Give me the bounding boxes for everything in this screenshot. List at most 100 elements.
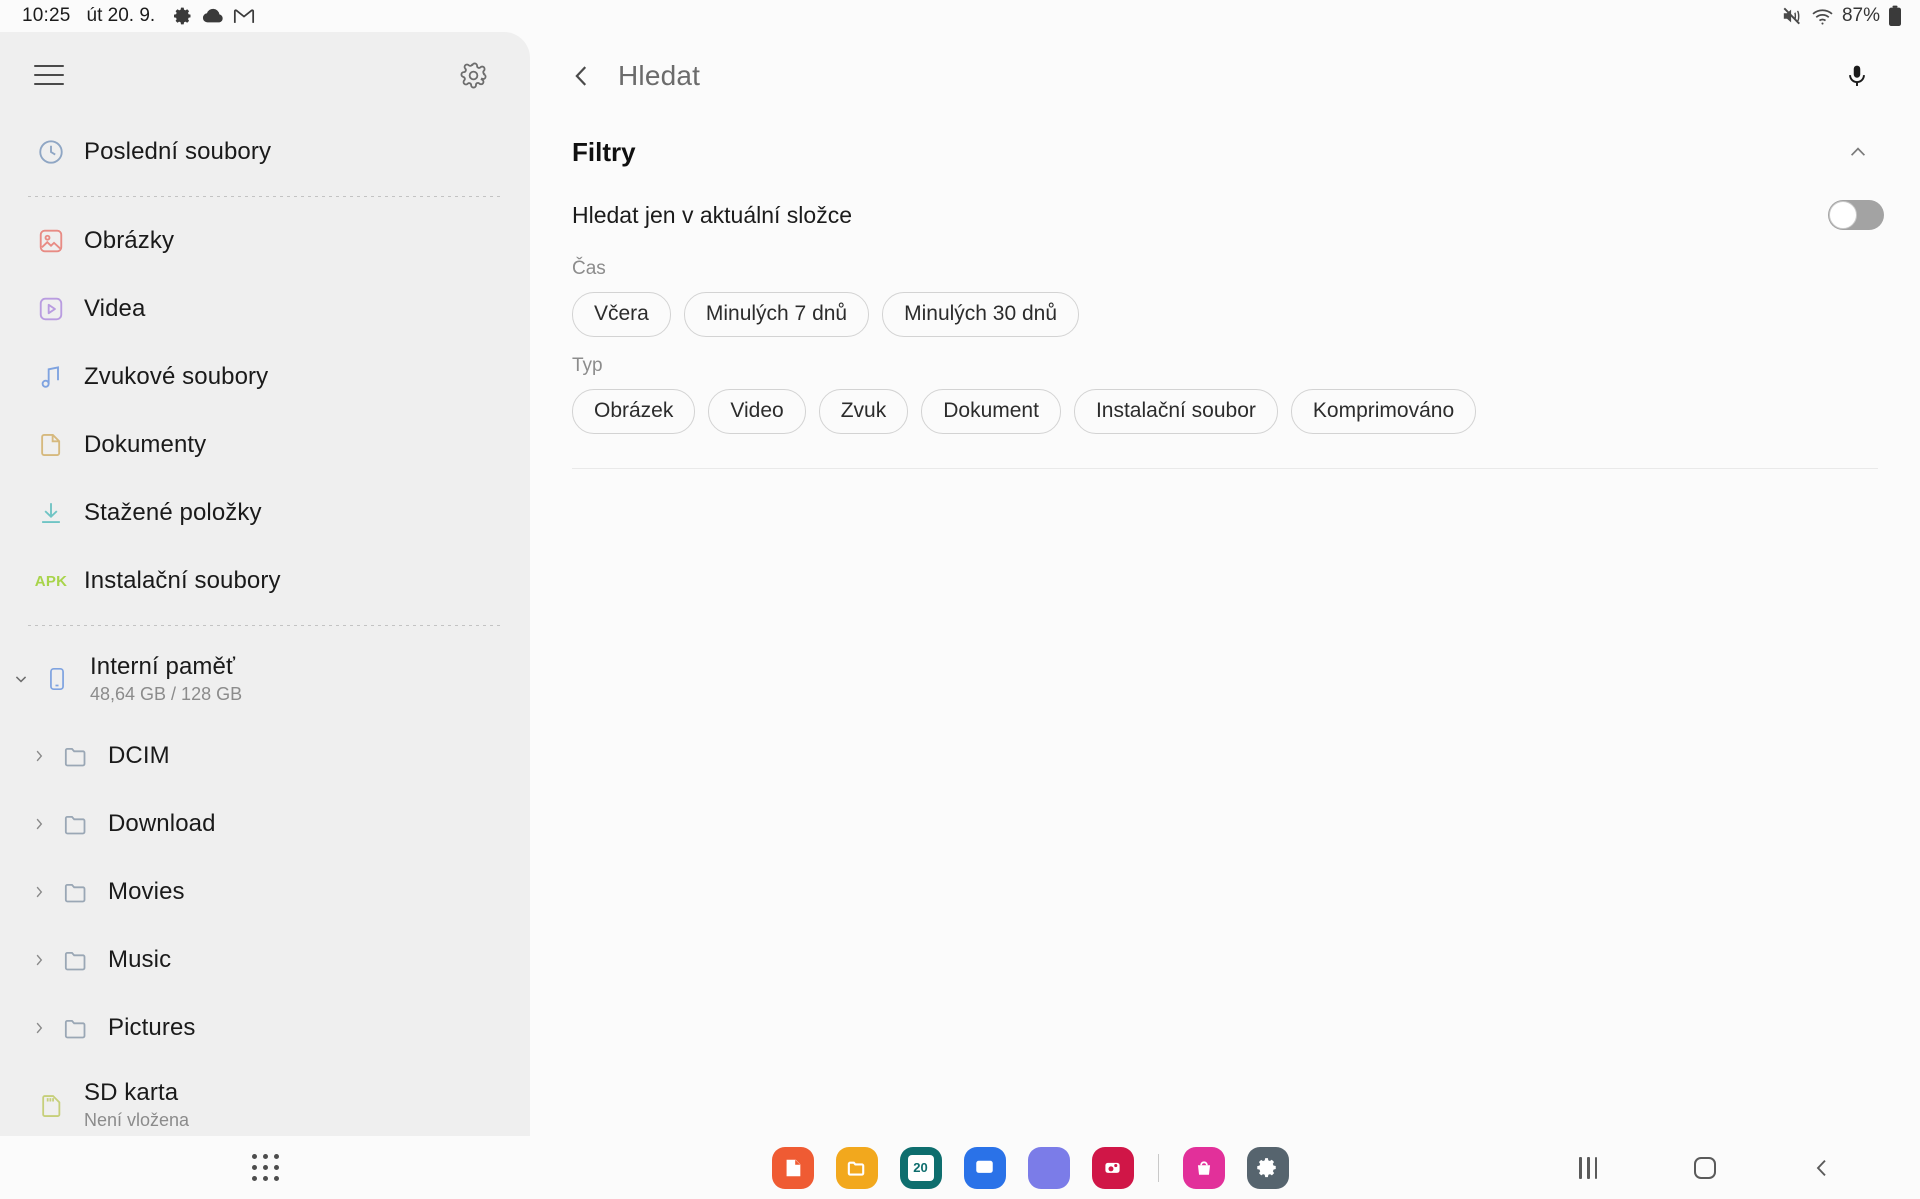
sidebar-nav-list: Poslední soubory Obrázky xyxy=(0,118,530,1136)
hamburger-icon[interactable] xyxy=(34,65,64,85)
microphone-icon[interactable] xyxy=(1834,53,1880,99)
page-title: Hledat xyxy=(618,60,700,92)
sidebar-folder-pictures[interactable]: Pictures xyxy=(0,994,530,1062)
chevron-down-icon[interactable] xyxy=(8,669,34,689)
samsung-notes-icon[interactable] xyxy=(772,1147,814,1189)
folder-icon xyxy=(52,947,98,974)
recents-button[interactable] xyxy=(1560,1146,1616,1190)
galaxy-store-icon[interactable] xyxy=(1183,1147,1225,1189)
chevron-up-icon[interactable] xyxy=(1838,132,1878,172)
sidebar-item-sd-card[interactable]: SD karta Není vložena xyxy=(0,1062,530,1136)
music-note-icon xyxy=(28,363,74,391)
home-button[interactable] xyxy=(1677,1146,1733,1190)
main-panel: Hledat Filtry Hledat jen v aktuální slož… xyxy=(530,32,1920,1136)
chip-last-30-days[interactable]: Minulých 30 dnů xyxy=(882,292,1079,337)
apk-icon-text: APK xyxy=(35,573,68,590)
current-folder-toggle-row: Hledat jen v aktuální složce xyxy=(530,172,1920,240)
document-icon xyxy=(28,431,74,459)
screen: 10:25 út 20. 9. xyxy=(0,0,1920,1199)
chip-audio[interactable]: Zvuk xyxy=(819,389,909,434)
folder-label: DCIM xyxy=(108,742,170,770)
chevron-right-icon[interactable] xyxy=(26,951,52,969)
calendar-day-label: 20 xyxy=(913,1160,927,1175)
chevron-right-icon[interactable] xyxy=(26,1019,52,1037)
settings-icon[interactable] xyxy=(1247,1147,1289,1189)
taskbar-left xyxy=(0,1154,530,1181)
sidebar-header xyxy=(0,32,530,118)
sidebar-folder-movies[interactable]: Movies xyxy=(0,858,530,926)
sidebar-item-documents[interactable]: Dokumenty xyxy=(0,411,530,479)
status-notification-icons xyxy=(173,6,255,26)
chip-yesterday[interactable]: Včera xyxy=(572,292,671,337)
sidebar-item-apk-files[interactable]: APK Instalační soubory xyxy=(0,547,530,615)
chevron-left-icon xyxy=(1810,1156,1834,1180)
chip-document[interactable]: Dokument xyxy=(921,389,1061,434)
current-folder-toggle[interactable] xyxy=(1828,200,1884,230)
sidebar-item-videos[interactable]: Videa xyxy=(0,275,530,343)
folder-icon xyxy=(52,1015,98,1042)
sidebar-folder-dcim[interactable]: DCIM xyxy=(0,722,530,790)
calendar-icon[interactable]: 20 xyxy=(900,1147,942,1189)
sidebar-item-label: Obrázky xyxy=(84,227,174,255)
chevron-right-icon[interactable] xyxy=(26,815,52,833)
sidebar-item-label: Videa xyxy=(84,295,145,323)
messages-icon[interactable] xyxy=(964,1147,1006,1189)
clock-icon xyxy=(28,138,74,166)
sidebar-item-recent-files[interactable]: Poslední soubory xyxy=(0,118,530,186)
chip-installation-file[interactable]: Instalační soubor xyxy=(1074,389,1278,434)
main-header: Hledat xyxy=(530,32,1920,120)
sidebar-item-label: Stažené položky xyxy=(84,499,262,527)
storage-text: Interní paměť 48,64 GB / 128 GB xyxy=(90,653,242,705)
sidebar-folder-download[interactable]: Download xyxy=(0,790,530,858)
sidebar-item-label: Instalační soubory xyxy=(84,567,281,595)
battery-percent: 87% xyxy=(1842,5,1880,27)
chip-video[interactable]: Video xyxy=(708,389,805,434)
internet-icon[interactable] xyxy=(1028,1147,1070,1189)
filters-title: Filtry xyxy=(572,137,636,168)
battery-icon xyxy=(1888,5,1902,27)
navigation-bar xyxy=(1530,1146,1920,1190)
sidebar-folder-music[interactable]: Music xyxy=(0,926,530,994)
sidebar-item-downloads[interactable]: Stažené položky xyxy=(0,479,530,547)
taskbar: 20 xyxy=(0,1136,1920,1199)
home-icon xyxy=(1694,1157,1716,1179)
chip-compressed[interactable]: Komprimováno xyxy=(1291,389,1476,434)
filter-group-title: Čas xyxy=(572,258,1878,280)
sidebar-item-audio[interactable]: Zvukové soubory xyxy=(0,343,530,411)
image-icon xyxy=(28,227,74,255)
sidebar-item-label: Zvukové soubory xyxy=(84,363,268,391)
video-icon xyxy=(28,295,74,323)
status-bar-right: 87% xyxy=(1781,5,1902,27)
sd-card-icon xyxy=(28,1092,74,1119)
sidebar-item-label: Poslední soubory xyxy=(84,138,271,166)
folder-icon xyxy=(52,743,98,770)
status-date: út 20. 9. xyxy=(87,5,156,27)
sidebar-divider-2 xyxy=(28,625,502,626)
folder-label: Movies xyxy=(108,878,185,906)
back-button[interactable] xyxy=(1794,1146,1850,1190)
sd-card-status: Není vložena xyxy=(84,1110,189,1131)
instagram-icon[interactable] xyxy=(1092,1147,1134,1189)
mute-icon xyxy=(1781,6,1803,26)
sd-card-text: SD karta Není vložena xyxy=(84,1079,189,1131)
my-files-icon[interactable] xyxy=(836,1147,878,1189)
sidebar: Poslední soubory Obrázky xyxy=(0,32,530,1136)
chip-last-7-days[interactable]: Minulých 7 dnů xyxy=(684,292,869,337)
sidebar-item-images[interactable]: Obrázky xyxy=(0,207,530,275)
settings-gear-icon[interactable] xyxy=(459,61,488,90)
gear-icon xyxy=(173,6,193,26)
storage-capacity: 48,64 GB / 128 GB xyxy=(90,684,242,705)
sidebar-item-internal-storage[interactable]: Interní paměť 48,64 GB / 128 GB xyxy=(0,636,530,722)
chip-image[interactable]: Obrázek xyxy=(572,389,695,434)
apps-grid-icon[interactable] xyxy=(252,1154,279,1181)
chevron-right-icon[interactable] xyxy=(26,747,52,765)
current-folder-toggle-label: Hledat jen v aktuální složce xyxy=(572,202,852,229)
sd-card-label: SD karta xyxy=(84,1079,189,1107)
recents-icon xyxy=(1579,1157,1597,1179)
chevron-right-icon[interactable] xyxy=(26,883,52,901)
download-icon xyxy=(28,499,74,527)
folder-icon xyxy=(52,879,98,906)
phone-icon xyxy=(34,666,80,692)
type-chip-list: Obrázek Video Zvuk Dokument Instalační s… xyxy=(572,389,1878,434)
chevron-left-icon[interactable] xyxy=(558,52,606,100)
